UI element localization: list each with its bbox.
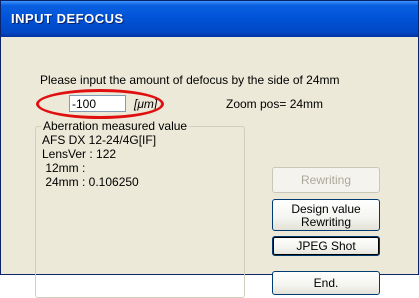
defocus-unit-label: [μm] bbox=[134, 97, 158, 111]
design-button-line-1: Design value bbox=[291, 202, 361, 216]
rewriting-button[interactable]: Rewriting bbox=[272, 167, 380, 193]
input-defocus-dialog: INPUT DEFOCUS Please input the amount of… bbox=[0, 0, 419, 298]
lens-name: AFS DX 12-24/4G[IF] bbox=[42, 133, 157, 147]
aberration-groupbox: Aberration measured value AFS DX 12-24/4… bbox=[35, 119, 245, 298]
lens-version: LensVer : 122 bbox=[42, 147, 117, 161]
window-title: INPUT DEFOCUS bbox=[11, 11, 124, 26]
zoom-position-label: Zoom pos= 24mm bbox=[226, 97, 324, 111]
value-12mm: 12mm : bbox=[42, 161, 86, 175]
title-bar[interactable]: INPUT DEFOCUS bbox=[1, 1, 418, 37]
design-button-line-2: Rewriting bbox=[300, 215, 351, 229]
defocus-prompt: Please input the amount of defocus by th… bbox=[40, 73, 340, 87]
jpeg-shot-button[interactable]: JPEG Shot bbox=[272, 236, 380, 256]
dialog-body: Please input the amount of defocus by th… bbox=[6, 37, 412, 298]
design-value-rewriting-button[interactable]: Design value Rewriting bbox=[272, 199, 380, 231]
value-24mm: 24mm : 0.106250 bbox=[42, 175, 139, 189]
defocus-input[interactable] bbox=[69, 95, 126, 112]
aberration-legend: Aberration measured value bbox=[41, 119, 190, 133]
